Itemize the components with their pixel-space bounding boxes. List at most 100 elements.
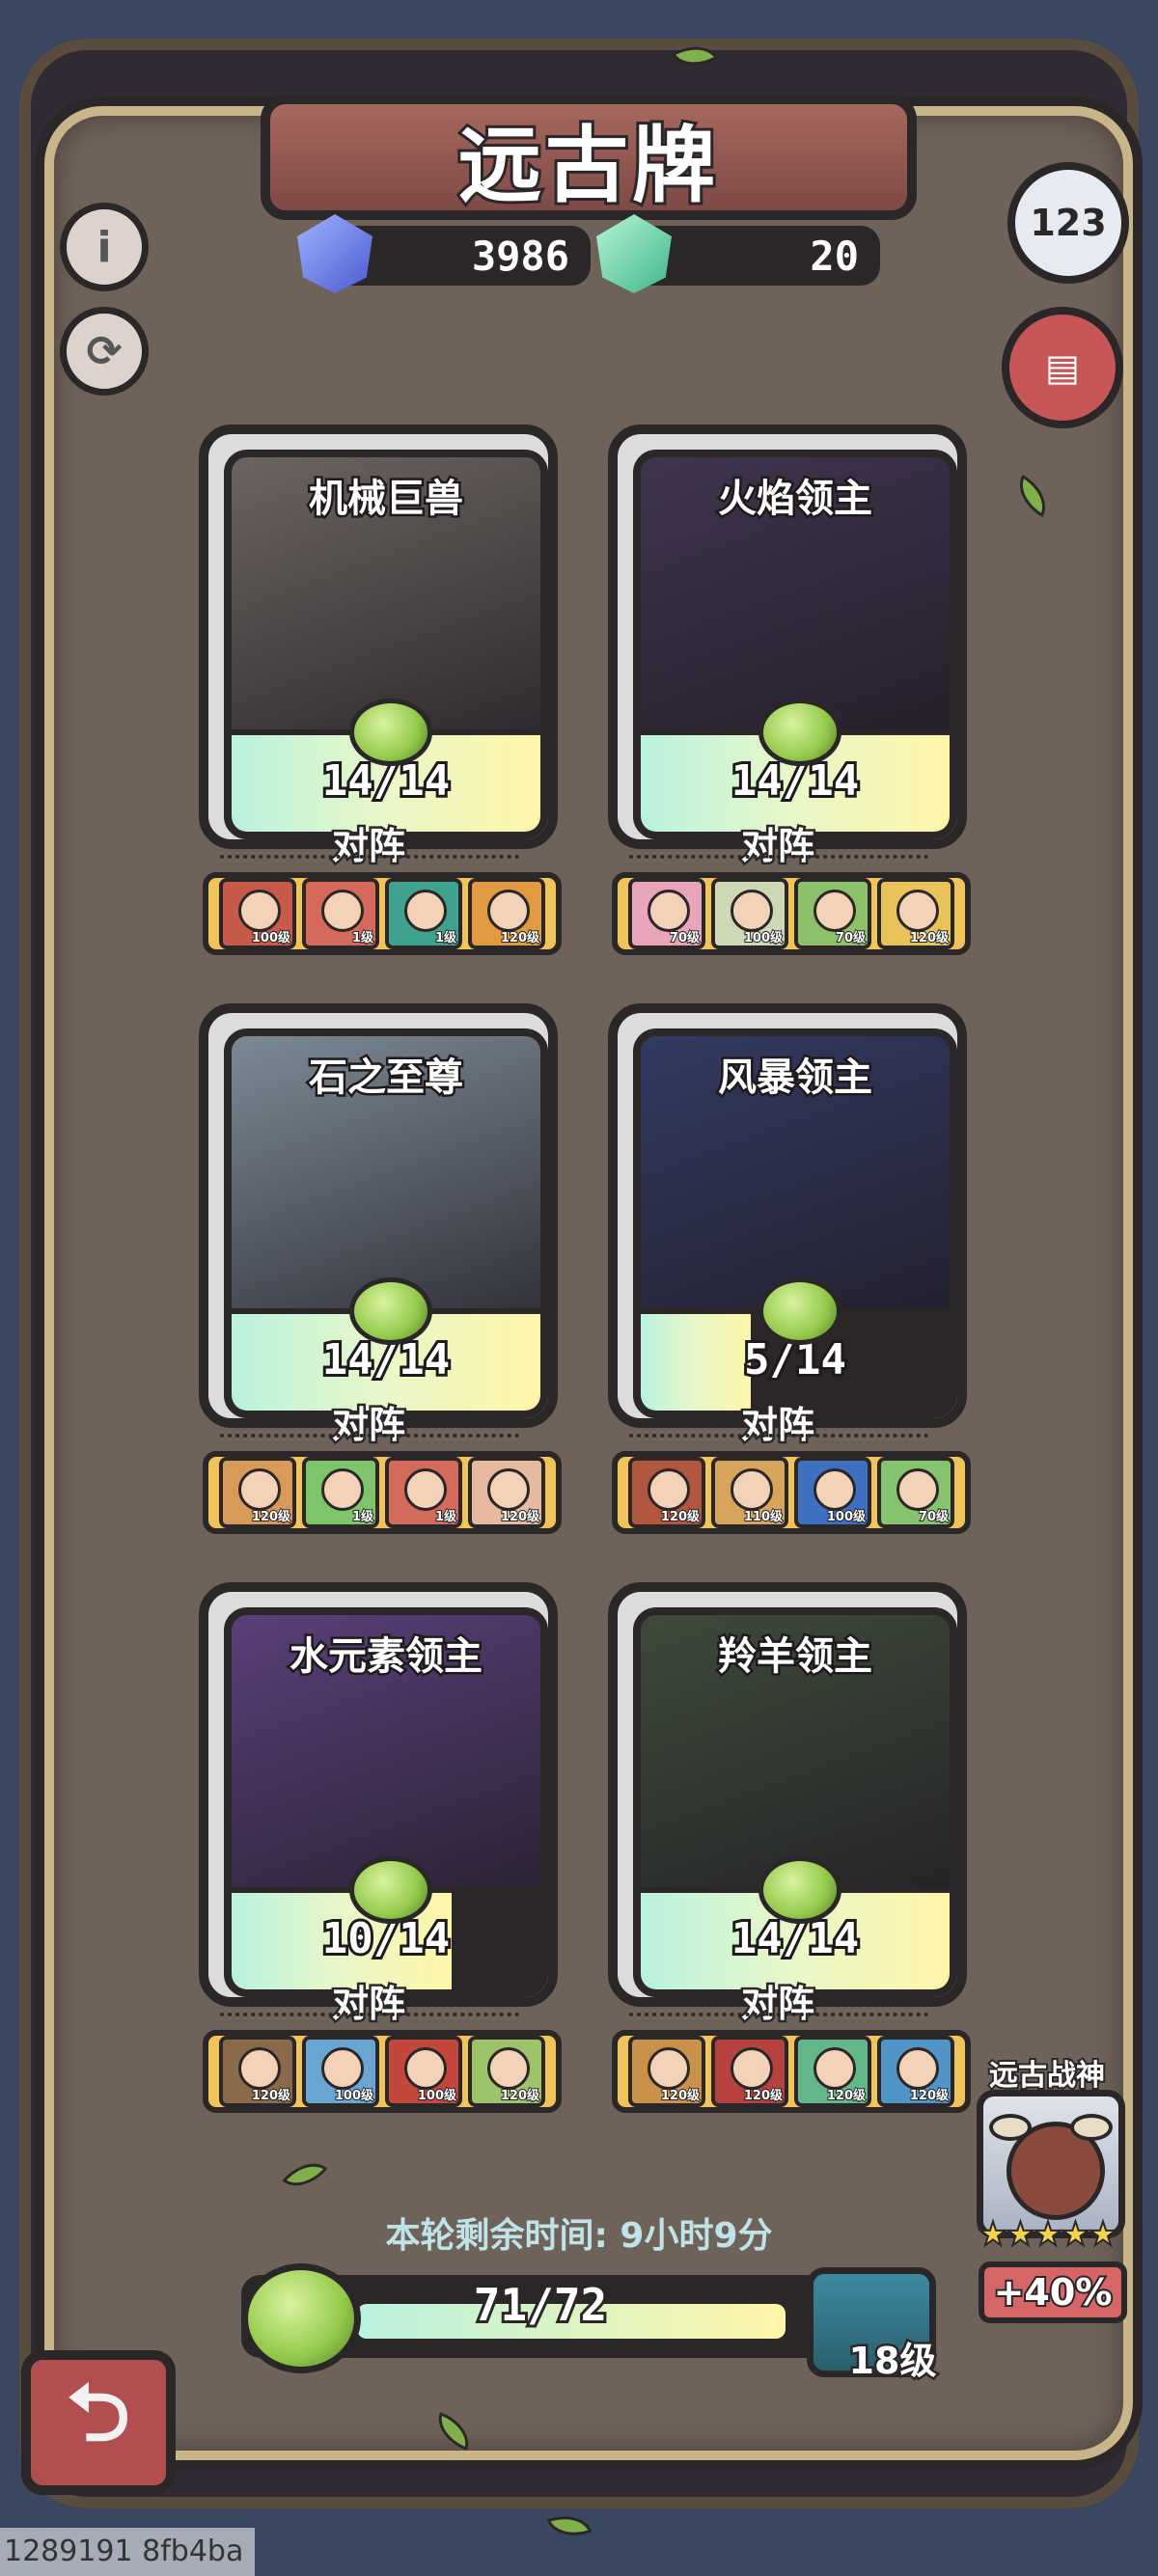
hero-portrait[interactable]: 120级 <box>711 2036 788 2107</box>
boss-card[interactable]: 机械巨兽 14/14 <box>199 425 558 849</box>
hero-portrait[interactable]: 110级 <box>711 1457 788 1528</box>
hero-face-icon <box>487 2047 530 2090</box>
hero-level: 120级 <box>826 2088 867 2103</box>
boss-name: 石之至尊 <box>307 1054 466 1103</box>
boss-card-art: 火焰领主 14/14 <box>633 450 957 839</box>
bean-icon <box>758 1856 841 1924</box>
hero-level: 110级 <box>743 1509 784 1524</box>
boss-name: 风暴领主 <box>716 1054 875 1103</box>
hero-face-icon <box>321 890 364 932</box>
hero-portrait[interactable]: 100级 <box>302 2036 379 2107</box>
boss-name: 火焰领主 <box>716 475 875 524</box>
hero-level: 120级 <box>743 2088 784 2103</box>
hero-level: 120级 <box>909 2088 950 2103</box>
lineup-label: 对阵 <box>329 823 407 870</box>
hero-level: 120级 <box>660 2088 701 2103</box>
boss-card[interactable]: 石之至尊 14/14 <box>199 1003 558 1428</box>
hero-face-icon <box>648 890 690 932</box>
bean-icon <box>758 1277 841 1345</box>
boss-card-art: 机械巨兽 14/14 <box>224 450 548 839</box>
lineup-label: 对阵 <box>329 1402 407 1449</box>
hero-face-icon <box>238 890 281 932</box>
hero-portrait[interactable]: 120级 <box>468 2036 545 2107</box>
hero-portrait[interactable]: 120级 <box>628 1457 705 1528</box>
hero-level: 120级 <box>500 930 540 945</box>
hero-level: 70级 <box>918 1509 950 1524</box>
boss-card-art: 风暴领主 5/14 <box>633 1028 957 1418</box>
hero-portrait[interactable]: 120级 <box>468 1457 545 1528</box>
enemy-lineup: 120级 120级 120级 120级 <box>612 2030 971 2113</box>
hero-level: 1级 <box>434 1509 457 1524</box>
hero-level: 1级 <box>351 930 374 945</box>
hero-level: 120级 <box>251 2088 291 2103</box>
hero-level: 120级 <box>909 930 950 945</box>
divider <box>629 2013 928 2016</box>
hero-portrait[interactable]: 100级 <box>711 878 788 949</box>
info-button[interactable]: i <box>60 203 149 291</box>
hero-face-icon <box>404 2047 447 2090</box>
hero-portrait[interactable]: 70级 <box>628 878 705 949</box>
hero-portrait[interactable]: 120级 <box>219 2036 296 2107</box>
bean-icon <box>349 699 432 766</box>
war-god-bonus: +40% <box>979 2261 1127 2323</box>
hero-face-icon <box>731 2047 773 2090</box>
hero-face-icon <box>404 890 447 932</box>
hero-face-icon <box>813 890 856 932</box>
hero-level: 120级 <box>251 1509 291 1524</box>
horn-icon <box>989 2114 1032 2141</box>
hero-portrait[interactable]: 100级 <box>385 2036 462 2107</box>
divider <box>220 855 519 859</box>
ranking-button[interactable]: 123 <box>1007 162 1129 284</box>
hero-portrait[interactable]: 120级 <box>794 2036 871 2107</box>
title-plate: 远古牌 <box>261 95 917 220</box>
bean-icon <box>349 1856 432 1924</box>
hero-face-icon <box>487 1468 530 1511</box>
podium-icon: 123 <box>1030 202 1107 244</box>
hero-portrait[interactable]: 120级 <box>219 1457 296 1528</box>
hero-face-icon <box>238 1468 281 1511</box>
hero-portrait[interactable]: 1级 <box>385 878 462 949</box>
boss-card[interactable]: 风暴领主 5/14 <box>608 1003 967 1428</box>
hero-level: 100级 <box>743 930 784 945</box>
boss-card[interactable]: 火焰领主 14/14 <box>608 425 967 849</box>
hero-level: 100级 <box>334 2088 374 2103</box>
hero-face-icon <box>648 1468 690 1511</box>
info-icon: i <box>96 222 112 272</box>
hero-level: 120级 <box>660 1509 701 1524</box>
boss-card[interactable]: 水元素领主 10/14 <box>199 1582 558 2007</box>
hero-level: 100级 <box>826 1509 867 1524</box>
hero-portrait[interactable]: 120级 <box>877 2036 954 2107</box>
hero-portrait[interactable]: 1级 <box>302 1457 379 1528</box>
lineup-label: 对阵 <box>738 1402 816 1449</box>
page-title: 远古牌 <box>455 115 719 217</box>
hero-portrait[interactable]: 100级 <box>219 878 296 949</box>
hero-portrait[interactable]: 100级 <box>794 1457 871 1528</box>
refresh-button[interactable]: ⟳ <box>60 307 149 396</box>
hero-face-icon <box>487 890 530 932</box>
hero-face-icon <box>238 2047 281 2090</box>
hero-portrait[interactable]: 1级 <box>385 1457 462 1528</box>
hero-level: 100级 <box>251 930 291 945</box>
hero-portrait[interactable]: 120级 <box>877 878 954 949</box>
back-button[interactable]: ⮌ <box>21 2350 176 2495</box>
hero-level: 1级 <box>434 930 457 945</box>
boss-card[interactable]: 羚羊领主 14/14 <box>608 1582 967 2007</box>
hero-portrait[interactable]: 70级 <box>794 878 871 949</box>
hero-portrait[interactable]: 1级 <box>302 878 379 949</box>
hero-face-icon <box>813 2047 856 2090</box>
hero-face-icon <box>731 1468 773 1511</box>
war-god-stars: ★★★★★ <box>978 2214 1118 2255</box>
hero-portrait[interactable]: 120级 <box>628 2036 705 2107</box>
hero-face-icon <box>321 1468 364 1511</box>
boss-card-art: 石之至尊 14/14 <box>224 1028 548 1418</box>
hero-level: 120级 <box>500 2088 540 2103</box>
hero-portrait[interactable]: 120级 <box>468 878 545 949</box>
hero-face-icon <box>896 2047 939 2090</box>
enemy-lineup: 120级 110级 100级 70级 <box>612 1451 971 1534</box>
hero-face-icon <box>896 1468 939 1511</box>
shop-button[interactable]: ▤ <box>1002 307 1123 428</box>
enemy-lineup: 70级 100级 70级 120级 <box>612 872 971 955</box>
hero-portrait[interactable]: 70级 <box>877 1457 954 1528</box>
leaf-decoration <box>546 2507 593 2545</box>
shop-icon: ▤ <box>1045 346 1080 389</box>
